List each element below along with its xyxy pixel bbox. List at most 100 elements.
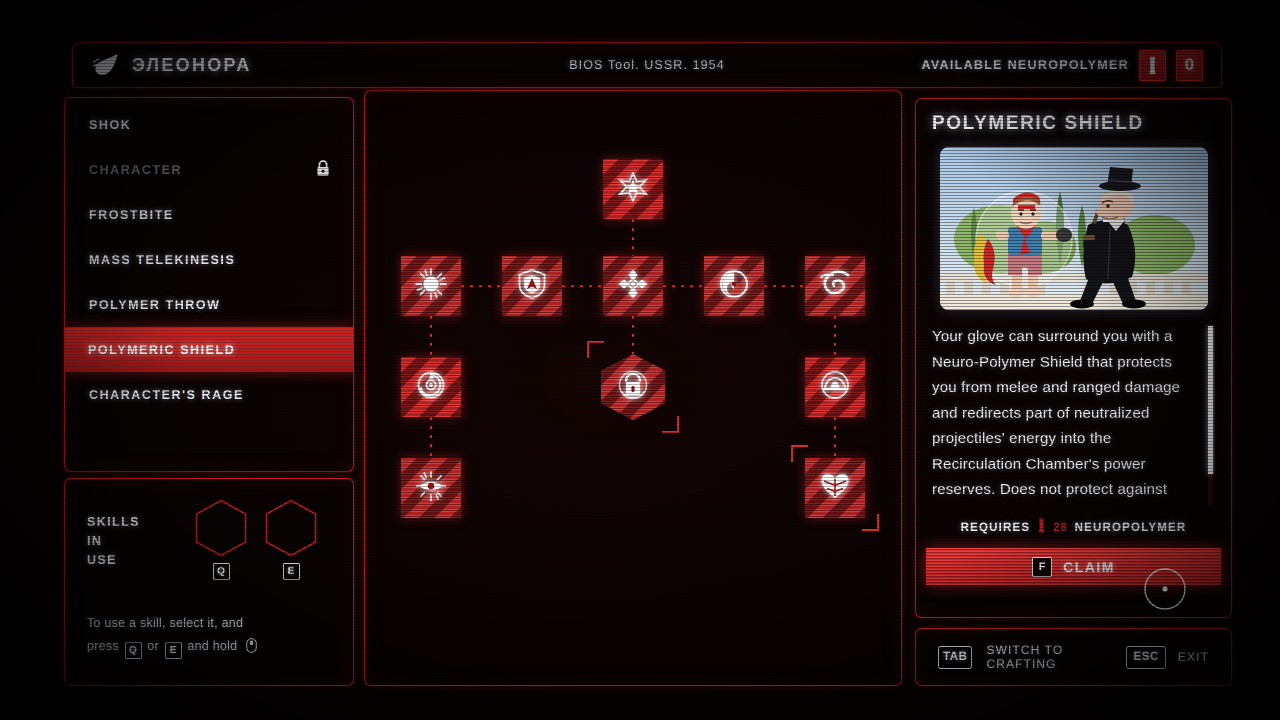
tree-link: [430, 417, 432, 458]
esc-key[interactable]: ESC: [1126, 645, 1166, 669]
skill-tree-panel[interactable]: [364, 90, 902, 686]
hexagon-slot-icon: [195, 499, 247, 557]
hexagon-slot-icon: [265, 499, 317, 557]
sidebar-item-characters-rage[interactable]: CHARACTER'S RAGE: [65, 372, 353, 417]
hint-text-1: To use a skill, select it, and: [87, 616, 244, 630]
vial-icon: [1139, 49, 1166, 81]
skill-preview-illustration: [939, 147, 1208, 310]
sidebar-item-mass-telekinesis[interactable]: MASS TELEKINESIS: [65, 237, 353, 282]
sidebar-item-character[interactable]: CHARACTER: [65, 147, 353, 192]
tree-node-swirl-circle[interactable]: [704, 256, 764, 316]
hint-key-e: E: [164, 642, 182, 659]
skills-in-use-line-1: SKILLS: [87, 515, 140, 529]
skill-slot-e[interactable]: E: [265, 499, 317, 580]
tree-node-polymeric-shield[interactable]: [601, 354, 665, 420]
hint-text-4: and hold: [187, 639, 238, 653]
exit-label[interactable]: EXIT: [1178, 650, 1209, 664]
skill-description-wrap: Your glove can surround you with a Neuro…: [932, 324, 1215, 507]
tree-link: [632, 219, 634, 256]
neuropolymer-count-chip: 0: [1176, 49, 1203, 81]
tree-link: [834, 316, 836, 357]
polymeric-shield-icon: [618, 369, 648, 406]
hint-key-q: Q: [124, 642, 142, 659]
sidebar-item-label: SHOK: [89, 117, 132, 132]
tree-link: [430, 316, 432, 357]
sidebar-item-polymeric-shield[interactable]: POLYMERIC SHIELD: [65, 327, 353, 372]
brand: ЭЛЕОНОРА: [91, 53, 252, 77]
footer-bar: TAB SWITCH TO CRAFTING ESC EXIT: [915, 628, 1232, 686]
selection-bracket-bottom-right: [862, 514, 879, 531]
tree-node-shield-crest[interactable]: [502, 256, 562, 316]
tree-link: [764, 285, 805, 287]
claim-key-f: F: [1032, 556, 1053, 577]
tree-link: [461, 285, 502, 287]
skills-in-use-line-2: IN: [87, 534, 103, 548]
skills-in-use-line-3: USE: [87, 553, 117, 567]
claim-label: CLAIM: [1063, 558, 1115, 575]
sidebar-item-label: FROSTBITE: [89, 207, 174, 222]
neuropolymer-label: AVAILABLE NEUROPOLYMER: [921, 58, 1129, 72]
skill-slot-q[interactable]: Q: [195, 499, 247, 580]
tree-node-star-burst[interactable]: [603, 159, 663, 219]
sidebar-item-polymer-throw[interactable]: POLYMER THROW: [65, 282, 353, 327]
tree-node-flare-eye[interactable]: [401, 458, 461, 518]
sidebar-item-label: CHARACTER'S RAGE: [89, 387, 244, 402]
selection-bracket-top-left: [791, 445, 808, 462]
tree-link: [632, 316, 634, 354]
skill-detail-panel: POLYMERIC SHIELD Your glove can surround…: [915, 98, 1232, 618]
skills-usage-hint: To use a skill, select it, and press Q o…: [87, 612, 331, 661]
tree-node-vortex-ring[interactable]: [401, 357, 461, 417]
slot-key-e: E: [282, 563, 300, 580]
claim-button[interactable]: F CLAIM: [926, 548, 1221, 585]
skills-in-use-title: SKILLS IN USE: [87, 499, 140, 570]
shield-crest-icon: [518, 268, 546, 304]
diamond-cluster-icon: [617, 268, 649, 305]
skills-in-use-panel: SKILLS IN USE Q E To use a skill, select…: [64, 478, 354, 686]
vial-icon: [1037, 518, 1046, 538]
skill-list-sidebar[interactable]: SHOK CHARACTER FROSTBITE MASS TELEKINESI…: [64, 97, 354, 472]
requires-cost: 28: [1053, 522, 1068, 534]
tree-node-armored-heart[interactable]: [805, 458, 865, 518]
game-screen: ЭЛЕОНОРА BIOS Tool. USSR. 1954 AVAILABLE…: [0, 0, 1280, 720]
page-title: POLYMERIC SHIELD: [932, 113, 1144, 134]
spiral-wave-icon: [819, 269, 851, 303]
neuropolymer-counter: AVAILABLE NEUROPOLYMER 0: [921, 49, 1203, 81]
swirl-circle-icon: [719, 269, 749, 304]
switch-to-crafting-label[interactable]: SWITCH TO CRAFTING: [986, 643, 1112, 671]
sidebar-item-label: POLYMERIC SHIELD: [88, 342, 236, 357]
requires-resource: NEUROPOLYMER: [1074, 522, 1187, 534]
tree-link: [562, 285, 603, 287]
sidebar-item-frostbite[interactable]: FROSTBITE: [65, 192, 353, 237]
sidebar-item-label: MASS TELEKINESIS: [89, 252, 236, 267]
tree-node-dome-ring[interactable]: [805, 357, 865, 417]
skill-slots: Q E: [195, 499, 331, 580]
selection-bracket-bottom-right: [662, 416, 679, 433]
tree-link: [663, 285, 704, 287]
neuropolymer-count: 0: [1184, 55, 1195, 74]
tree-link: [834, 417, 836, 458]
header-bar: ЭЛЕОНОРА BIOS Tool. USSR. 1954 AVAILABLE…: [72, 42, 1222, 88]
armored-heart-icon: [820, 472, 850, 505]
sidebar-item-shok[interactable]: SHOK: [65, 102, 353, 147]
slot-key-q: Q: [212, 563, 230, 580]
skills-in-use-top: SKILLS IN USE Q E: [87, 499, 331, 580]
skill-tree-canvas: [365, 91, 901, 685]
dome-ring-icon: [820, 370, 850, 405]
sidebar-item-label: POLYMER THROW: [89, 297, 221, 312]
exit-group[interactable]: ESC EXIT: [1126, 645, 1209, 669]
sun-rays-icon: [415, 268, 447, 305]
hint-text-2: press: [87, 639, 119, 653]
tree-node-sun-rays[interactable]: [401, 256, 461, 316]
tree-node-diamond-cluster[interactable]: [603, 256, 663, 316]
skill-description: Your glove can surround you with a Neuro…: [932, 328, 1181, 498]
tree-node-spiral-wave[interactable]: [805, 256, 865, 316]
padlock-icon: [315, 159, 331, 180]
tab-key[interactable]: TAB: [938, 645, 973, 669]
vortex-ring-icon: [416, 370, 446, 405]
requirement-row: REQUIRES 28 NEUROPOLYMER: [932, 518, 1215, 538]
mouse-icon: [246, 638, 257, 661]
flare-eye-icon: [415, 470, 447, 507]
hint-text-3: or: [147, 639, 159, 653]
brand-name: ЭЛЕОНОРА: [132, 54, 252, 75]
description-scrollbar-thumb[interactable]: [1208, 326, 1213, 474]
